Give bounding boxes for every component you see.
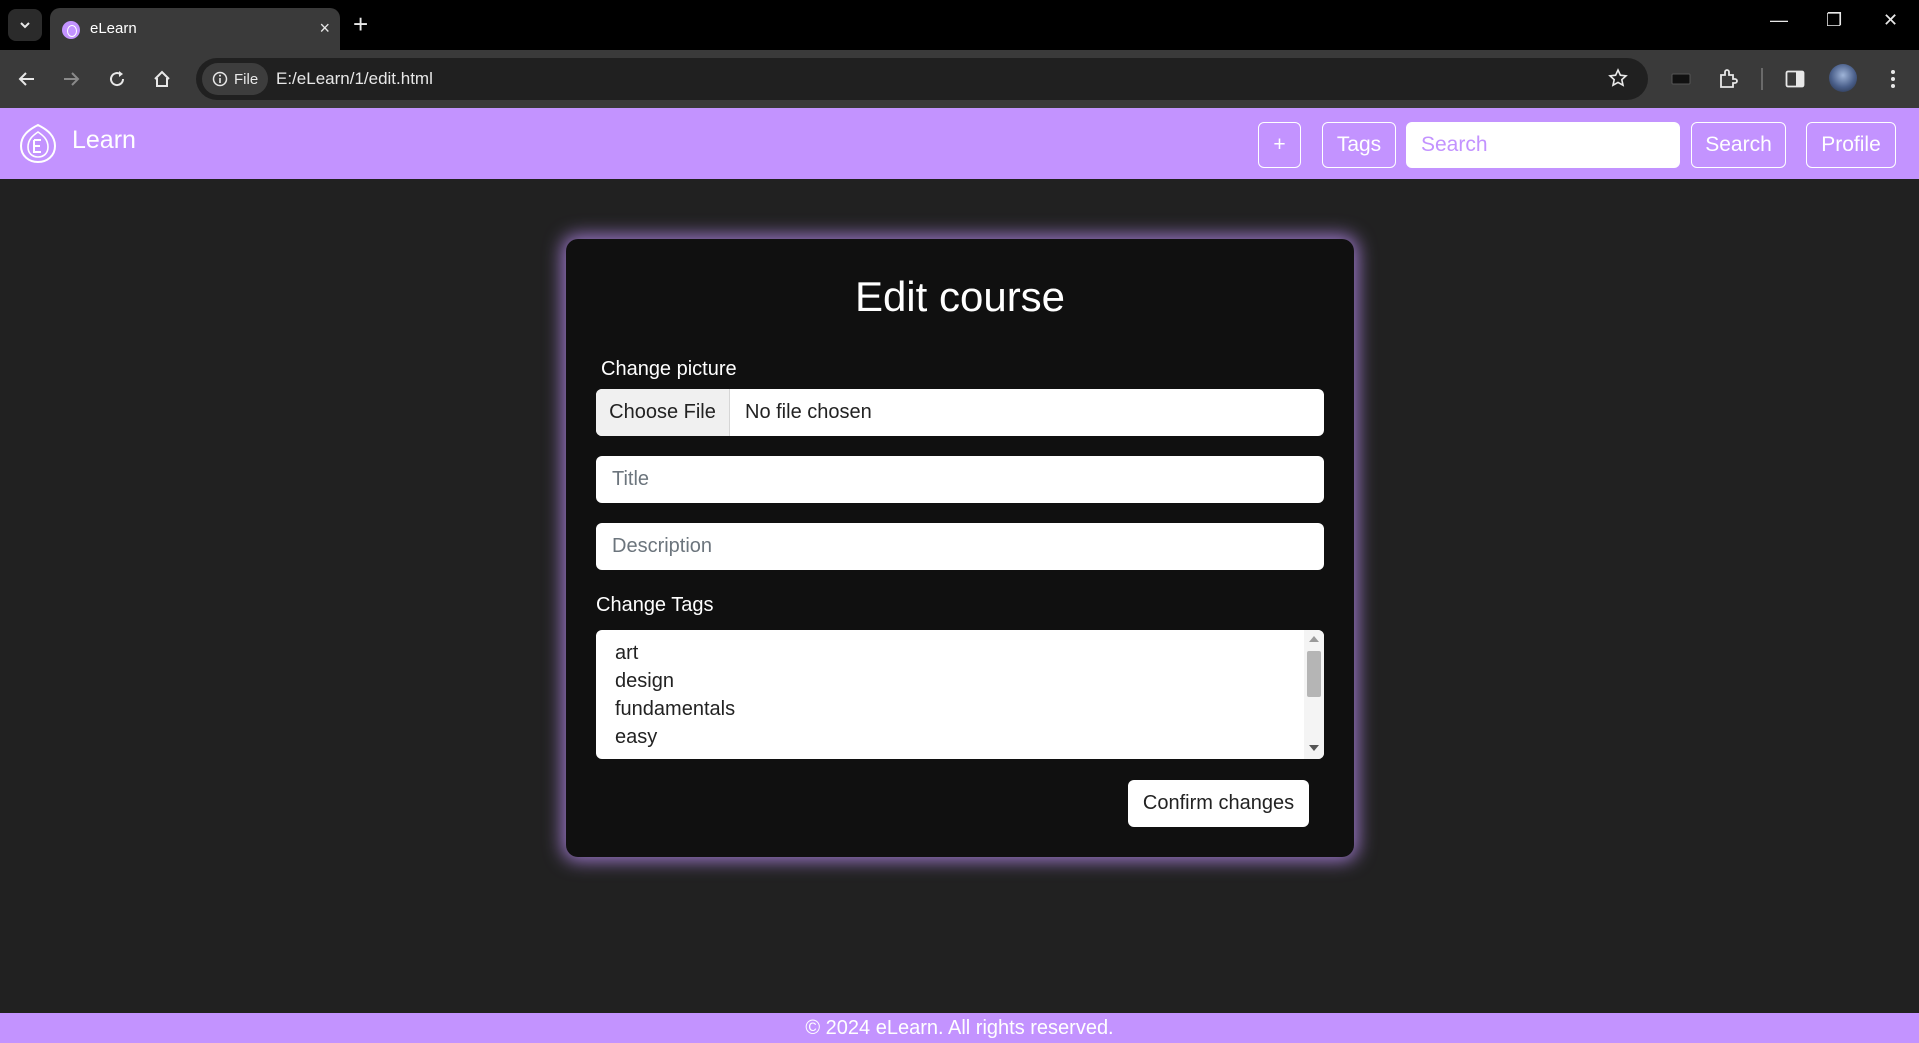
card-icon[interactable] [1666,64,1696,94]
footer: © 2024 eLearn. All rights reserved. [0,1013,1919,1043]
forward-icon[interactable] [56,64,86,94]
footer-text: © 2024 eLearn. All rights reserved. [805,1017,1114,1039]
close-icon[interactable]: × [319,18,330,38]
file-status-text: No file chosen [745,401,872,423]
site-info-label: File [234,70,259,88]
profile-avatar[interactable] [1829,64,1857,92]
confirm-changes-button[interactable]: Confirm changes [1128,780,1309,827]
menu-icon[interactable] [1878,64,1908,94]
chevron-down-icon [20,22,30,29]
browser-tab-strip: eLearn × + — ❐ ✕ [0,0,1919,50]
scroll-thumb[interactable] [1307,651,1321,697]
tags-select[interactable]: art design fundamentals easy [596,630,1324,759]
url-text[interactable]: E:/eLearn/1/edit.html [276,69,433,89]
site-info-chip[interactable]: File [202,63,269,95]
restore-icon[interactable]: ❐ [1826,10,1842,31]
tag-option[interactable]: design [615,670,674,693]
picture-file-input[interactable]: Choose File No file chosen [596,389,1324,436]
new-tab-icon[interactable]: + [353,11,368,37]
picture-label: Change picture [601,358,737,380]
search-input[interactable] [1406,122,1680,168]
edit-course-card: Edit course Change picture Choose File N… [566,239,1354,857]
tags-label: Change Tags [596,594,714,616]
app-navbar: Learn + Tags Search Profile [0,108,1919,179]
browser-tab[interactable]: eLearn × [50,8,340,50]
star-icon[interactable] [1608,68,1628,93]
toolbar-divider [1761,68,1763,90]
brand-name[interactable]: Learn [72,126,136,155]
tags-scrollbar[interactable] [1304,630,1324,759]
scroll-up-icon[interactable] [1309,636,1319,642]
window-close-icon[interactable]: ✕ [1883,10,1898,31]
search-button[interactable]: Search [1691,122,1786,168]
profile-button[interactable]: Profile [1806,122,1896,168]
address-bar[interactable]: File E:/eLearn/1/edit.html [196,58,1648,100]
extensions-icon[interactable] [1713,64,1743,94]
tag-option[interactable]: fundamentals [615,698,735,721]
home-icon[interactable] [147,64,177,94]
tab-title: eLearn [90,20,137,37]
info-icon [212,71,228,87]
tag-option[interactable]: art [615,642,638,665]
back-icon[interactable] [12,64,42,94]
tag-option[interactable]: easy [615,726,657,749]
title-input[interactable] [596,456,1324,503]
side-panel-icon[interactable] [1780,64,1810,94]
logo-icon[interactable] [18,122,58,164]
favicon-icon [62,21,80,39]
browser-toolbar: File E:/eLearn/1/edit.html [0,50,1919,108]
description-input[interactable] [596,523,1324,570]
page-title: Edit course [854,273,1066,320]
choose-file-button[interactable]: Choose File [596,389,730,436]
tags-button[interactable]: Tags [1322,122,1396,168]
add-course-button[interactable]: + [1258,122,1301,168]
tab-list-button[interactable] [8,9,42,41]
minimize-icon[interactable]: — [1770,10,1788,31]
scroll-down-icon[interactable] [1309,745,1319,751]
reload-icon[interactable] [102,64,132,94]
